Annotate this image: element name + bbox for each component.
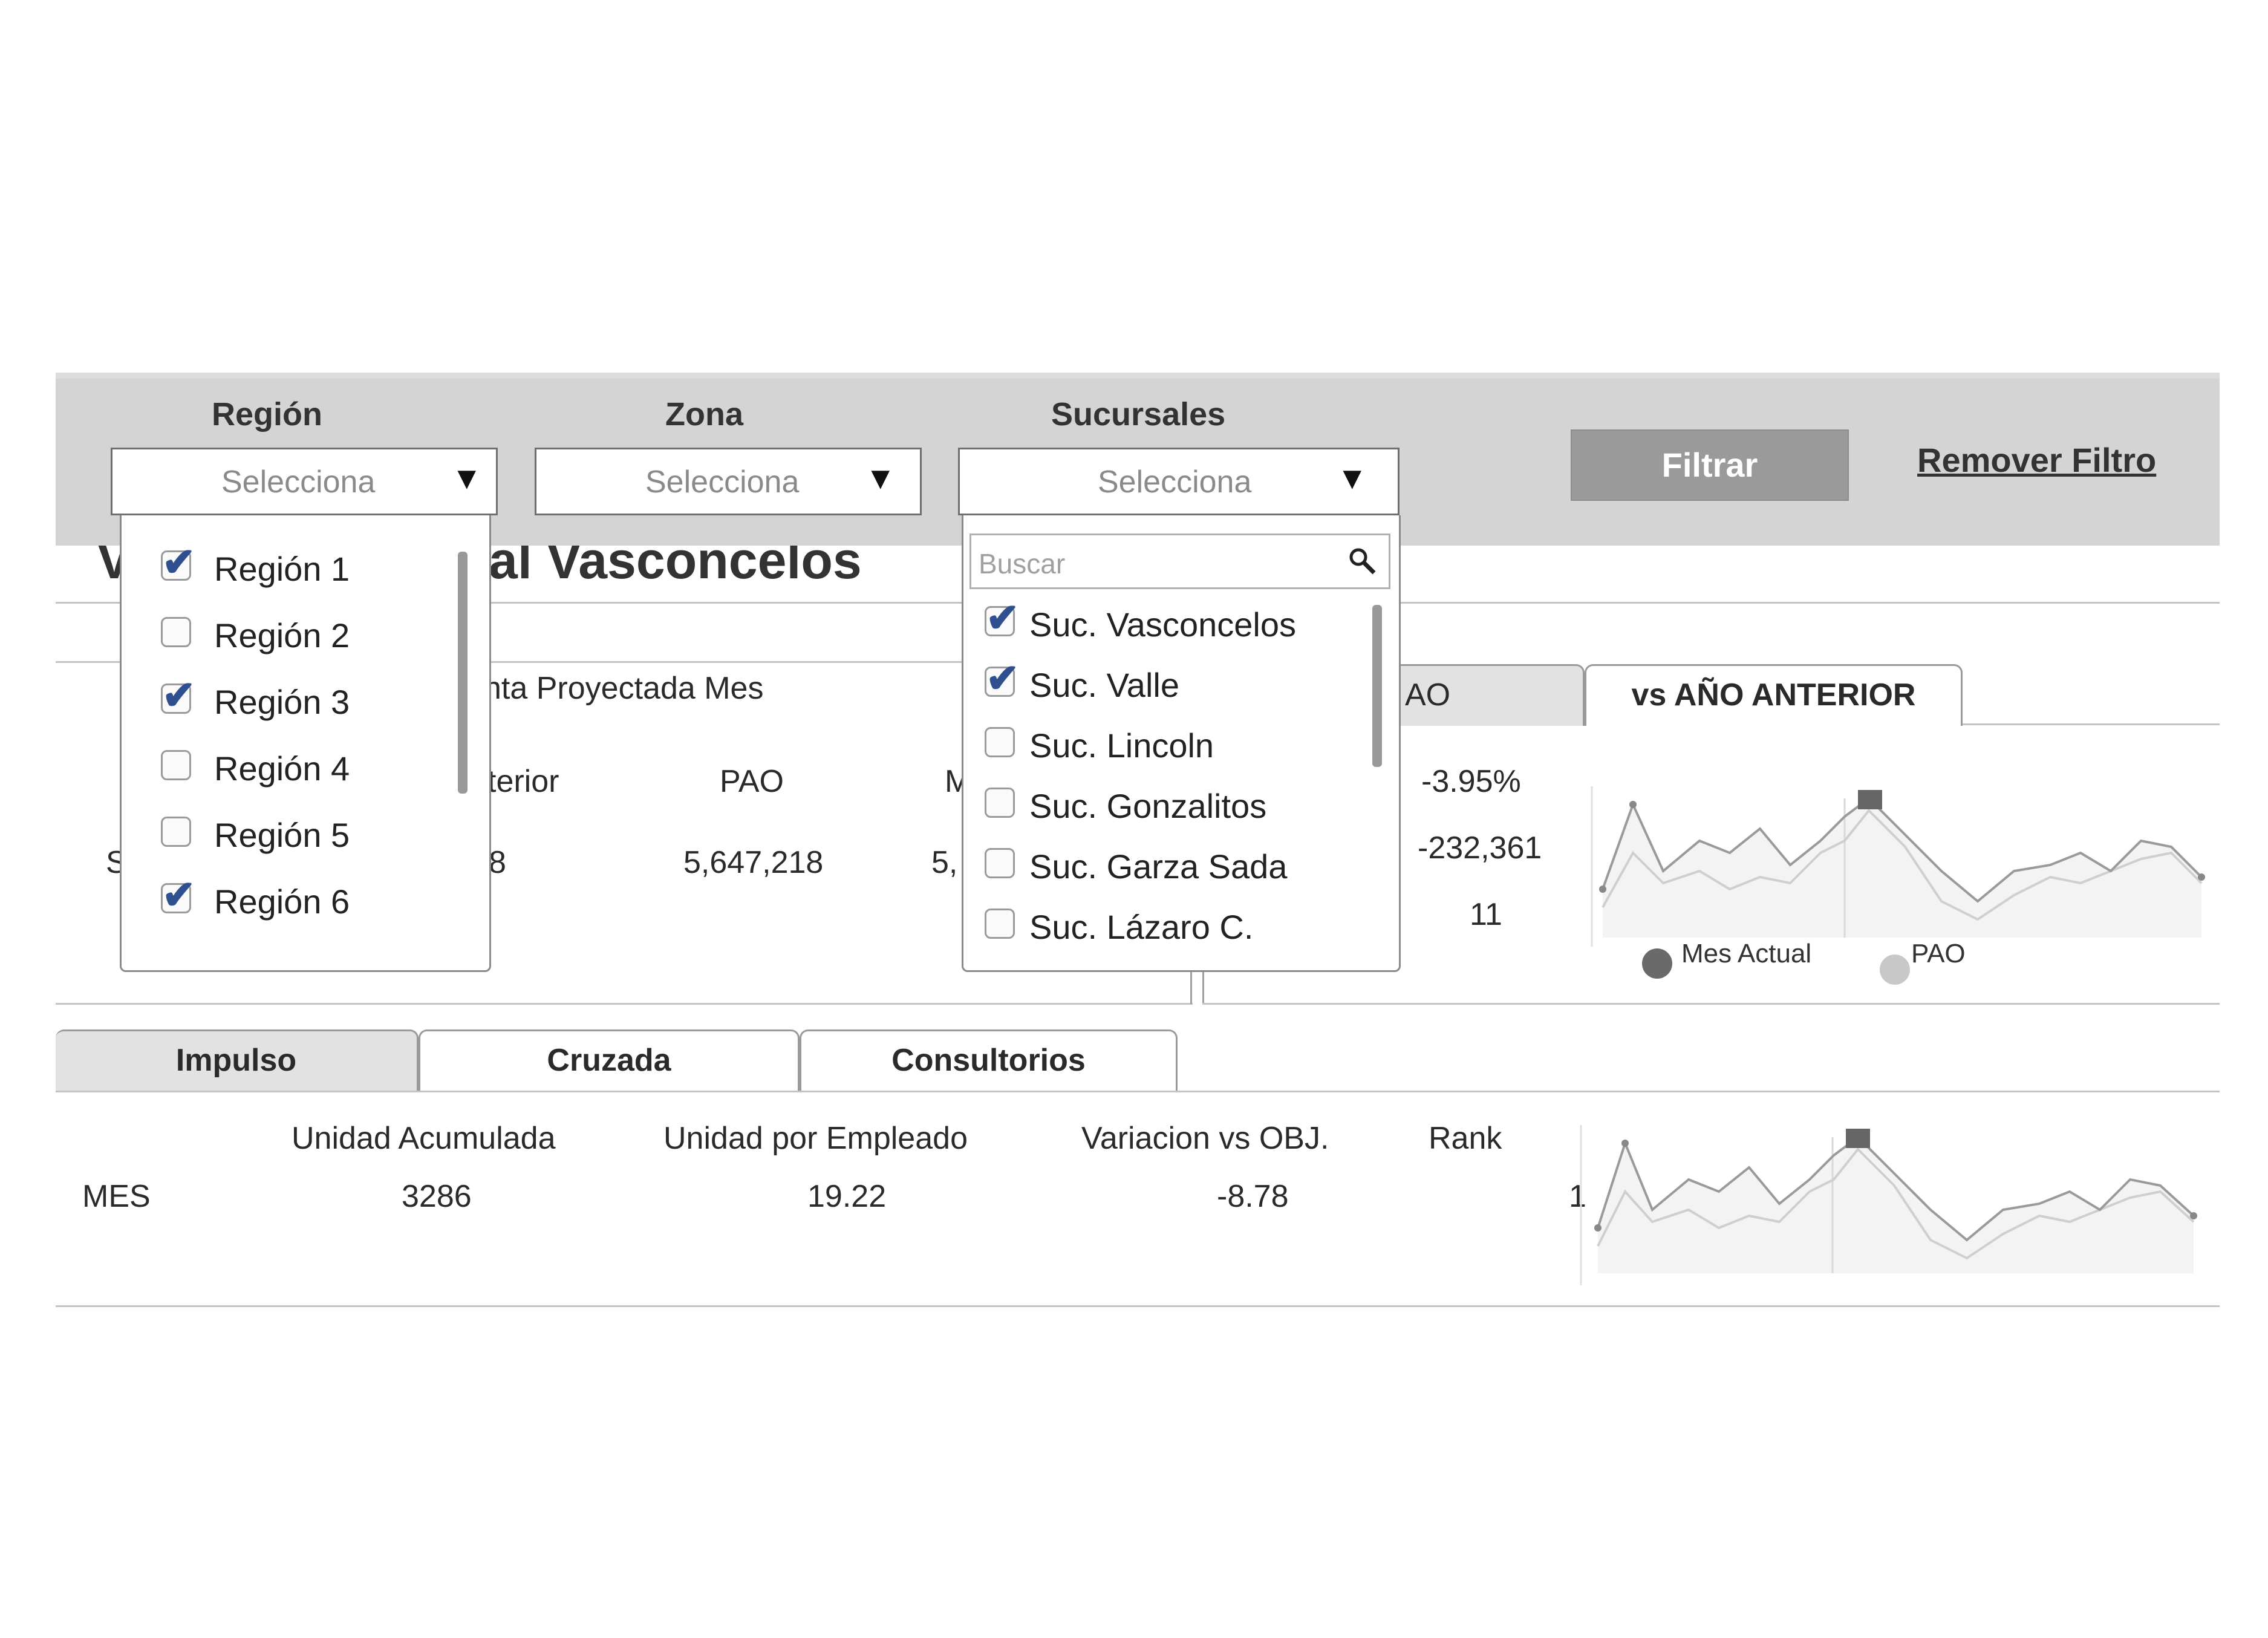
sucursal-option-label: Suc. Lincoln <box>1029 726 1214 765</box>
sucursal-option[interactable]: Suc. Lázaro C. <box>985 904 1323 952</box>
region-option[interactable]: ✔ Región 6 <box>161 872 500 927</box>
tab-consultorios[interactable]: Consultorios <box>800 1029 1178 1091</box>
sucursal-option[interactable]: Suc. Lincoln <box>985 722 1323 771</box>
value-diff: -232,361 <box>1418 830 1542 866</box>
region-option[interactable]: Región 5 <box>161 812 500 860</box>
value-variacion: -8.78 <box>1217 1179 1289 1214</box>
tab-vs-anio-anterior[interactable]: vs AÑO ANTERIOR <box>1585 664 1963 726</box>
divider <box>1963 723 2220 725</box>
checkmark-icon: ✔ <box>162 540 196 584</box>
value-pao: 5,647,218 <box>683 845 824 880</box>
column-header-unidad-acumulada: Unidad Acumulada <box>292 1121 556 1156</box>
region-option[interactable]: ✔ Región 3 <box>161 675 500 727</box>
divider <box>56 1003 1193 1005</box>
region-option-label: Región 2 <box>214 616 350 654</box>
divider <box>56 1305 2220 1307</box>
sucursal-option-label: Suc. Lázaro C. <box>1029 908 1254 946</box>
sucursales-select[interactable]: Selecciona ▼ <box>958 448 1400 515</box>
sucursales-scrollbar[interactable] <box>1372 605 1382 767</box>
column-header-pao: PAO <box>720 764 784 799</box>
sucursal-option[interactable]: Suc. Gonzalitos <box>985 783 1323 831</box>
tab-vs-anio-label: vs AÑO ANTERIOR <box>1631 677 1916 713</box>
region-option-label: Región 3 <box>214 683 350 721</box>
row-label-mes: MES <box>82 1179 151 1214</box>
remover-filtro-link[interactable]: Remover Filtro <box>1917 440 2156 480</box>
tab-cruzada[interactable]: Cruzada <box>419 1029 800 1091</box>
checkbox[interactable] <box>161 617 191 647</box>
search-icon <box>1349 548 1376 575</box>
tab-pao-label: AO <box>1405 677 1451 713</box>
column-header-rank: Rank <box>1429 1121 1502 1156</box>
region-option-label: Región 1 <box>214 550 350 588</box>
column-header-unidad-empleado: Unidad por Empleado <box>663 1121 968 1156</box>
filtrar-button[interactable]: Filtrar <box>1571 429 1849 501</box>
value-unidad-empleado: 19.22 <box>807 1179 887 1214</box>
checkbox[interactable] <box>985 727 1015 757</box>
region-option-label: Región 5 <box>214 816 350 854</box>
checkbox[interactable] <box>161 817 191 847</box>
sucursal-option-label: Suc. Garza Sada <box>1029 847 1288 886</box>
tab-cruzada-label: Cruzada <box>547 1043 671 1078</box>
region-select-value: Selecciona <box>221 465 376 500</box>
checkmark-icon: ✔ <box>162 872 196 917</box>
divider <box>1202 1003 2220 1005</box>
chevron-down-icon: ▼ <box>1337 461 1368 496</box>
divider <box>56 1091 2220 1092</box>
sucursal-option-label: Suc. Valle <box>1029 666 1179 704</box>
region-option[interactable]: Región 2 <box>161 612 500 661</box>
checkmark-icon: ✔ <box>986 656 1020 700</box>
checkbox[interactable] <box>985 909 1015 939</box>
region-option-label: Región 6 <box>214 883 350 921</box>
region-label: Región <box>212 396 322 432</box>
tab-impulso[interactable]: Impulso <box>56 1029 419 1091</box>
sucursal-option-label: Suc. Gonzalitos <box>1029 787 1267 825</box>
sucursal-option[interactable]: Suc. Garza Sada <box>985 843 1323 892</box>
column-header-variacion: Variacion vs OBJ. <box>1081 1121 1329 1156</box>
value-m: 5, <box>931 845 958 880</box>
vertical-divider <box>1190 968 1192 1004</box>
region-option-label: Región 4 <box>214 749 350 788</box>
checkbox[interactable] <box>161 750 191 780</box>
tab-consultorios-label: Consultorios <box>891 1043 1086 1078</box>
legend-pao: PAO <box>1911 939 1966 968</box>
chevron-down-icon: ▼ <box>865 461 896 496</box>
legend-mes-actual: Mes Actual <box>1681 939 1812 968</box>
sucursales-label: Sucursales <box>1051 396 1226 432</box>
tab-pao[interactable]: AO <box>1391 664 1585 726</box>
sucursales-search-input[interactable]: Buscar <box>969 533 1390 589</box>
sucursal-option-label: Suc. Vasconcelos <box>1029 605 1296 644</box>
sucursal-option[interactable]: ✔ Suc. Vasconcelos <box>985 595 1323 650</box>
legend-pao-dot <box>1880 954 1910 985</box>
region-option[interactable]: ✔ Región 1 <box>161 542 500 594</box>
legend-mes-actual-dot <box>1642 948 1672 979</box>
sucursales-search-placeholder: Buscar <box>979 548 1066 579</box>
section-subtitle: nta Proyectada Mes <box>484 671 764 706</box>
checkmark-icon: ✔ <box>986 595 1020 640</box>
value-rank: 11 <box>1470 897 1502 932</box>
checkbox[interactable] <box>985 788 1015 818</box>
sucursales-select-value: Selecciona <box>1098 465 1252 500</box>
zona-select[interactable]: Selecciona ▼ <box>535 448 922 515</box>
sparkline-chart-top <box>1591 786 2205 947</box>
value-percent: -3.95% <box>1421 764 1521 799</box>
checkmark-icon: ✔ <box>162 673 196 717</box>
zona-select-value: Selecciona <box>645 465 800 500</box>
vertical-divider <box>1202 968 1204 1004</box>
zona-label: Zona <box>665 396 743 432</box>
region-option[interactable]: Región 4 <box>161 745 500 794</box>
sparkline-chart-bottom <box>1580 1125 2197 1285</box>
chevron-down-icon: ▼ <box>451 461 483 496</box>
value-unidad-acumulada: 3286 <box>402 1179 472 1214</box>
region-select[interactable]: Selecciona ▼ <box>111 448 498 515</box>
checkbox[interactable] <box>985 848 1015 878</box>
tab-impulso-label: Impulso <box>175 1043 297 1078</box>
sucursal-option[interactable]: ✔ Suc. Valle <box>985 658 1323 710</box>
